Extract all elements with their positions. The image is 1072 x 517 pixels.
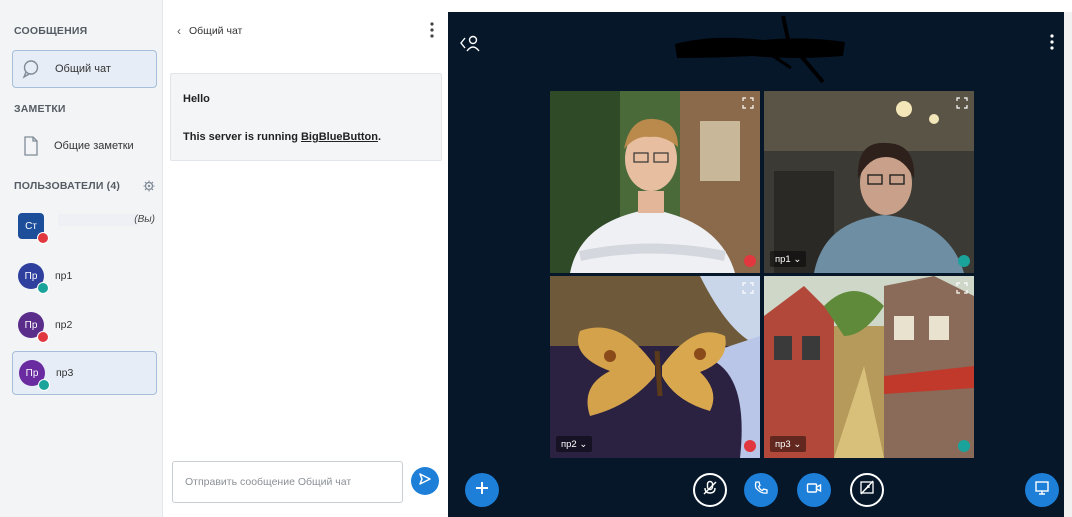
listen-badge-icon	[37, 282, 49, 294]
video-feed	[764, 276, 974, 458]
expand-icon[interactable]	[956, 281, 968, 294]
avatar: Пр	[19, 360, 50, 391]
muted-status-icon	[744, 440, 756, 452]
chat-input-placeholder: Отправить сообщение Общий чат	[185, 476, 352, 488]
user-list-item-pr2[interactable]: Пр пр2	[12, 303, 157, 347]
user-name: пр3	[56, 367, 74, 379]
unmute-button[interactable]	[693, 473, 727, 507]
muted-badge-icon	[37, 232, 49, 244]
video-tile-label[interactable]: пр3 ⌄	[770, 436, 807, 452]
mic-off-icon	[702, 480, 718, 501]
listen-status-icon	[958, 255, 970, 267]
avatar-initials: Пр	[24, 319, 38, 331]
messages-heading: СООБЩЕНИЯ	[14, 25, 88, 37]
users-toggle-icon[interactable]	[460, 34, 482, 52]
video-feed	[550, 276, 760, 458]
meeting-area: пр1 ⌄ пр2 ⌄ пр3 ⌄	[448, 12, 1064, 517]
kebab-icon[interactable]	[430, 22, 434, 38]
video-feed	[764, 91, 974, 273]
avatar-initials: Ст	[25, 220, 37, 232]
user-list-item-pr3[interactable]: Пр пр3	[12, 351, 157, 395]
avatar: Ст	[18, 213, 49, 244]
screenshare-off-icon	[859, 480, 875, 501]
screenshare-button[interactable]	[850, 473, 884, 507]
user-list-item-self[interactable]: Ст (Вы)	[12, 204, 157, 248]
video-tile-label[interactable]: пр1 ⌄	[770, 251, 807, 267]
user-name: пр1	[55, 270, 73, 282]
chat-message: This server is running BigBlueButton.	[183, 131, 381, 143]
chat-back-button[interactable]: ‹ Общий чат	[177, 24, 242, 38]
video-tile[interactable]	[550, 91, 760, 273]
send-button[interactable]	[411, 467, 439, 495]
phone-icon	[753, 480, 769, 501]
leave-audio-button[interactable]	[744, 473, 778, 507]
chat-message: Hello	[183, 93, 210, 105]
chat-message-input[interactable]: Отправить сообщение Общий чат	[172, 461, 403, 503]
chat-title: Общий чат	[189, 25, 243, 37]
camera-icon	[806, 480, 822, 501]
video-tile-label[interactable]: пр2 ⌄	[556, 436, 593, 452]
message-text: .	[377, 131, 382, 143]
bigbluebutton-link[interactable]: BigBlueButton	[301, 131, 378, 143]
sidebar: СООБЩЕНИЯ Общий чат ЗАМЕТКИ Общие заметк…	[0, 0, 163, 517]
sidebar-item-label: Общий чат	[55, 63, 111, 75]
tile-name: пр3	[775, 438, 791, 450]
expand-icon[interactable]	[742, 96, 754, 109]
redaction-scribble	[675, 16, 845, 84]
video-tile[interactable]: пр2 ⌄	[550, 276, 760, 458]
presentation-button[interactable]	[1025, 473, 1059, 507]
user-name: пр2	[55, 319, 73, 331]
notes-icon	[20, 135, 42, 157]
expand-icon[interactable]	[742, 281, 754, 294]
avatar-initials: Пр	[24, 270, 38, 282]
redacted-name	[58, 214, 138, 226]
chevron-left-icon: ‹	[177, 24, 181, 38]
presentation-icon	[1034, 480, 1050, 501]
avatar: Пр	[18, 263, 49, 294]
kebab-icon[interactable]	[1050, 34, 1054, 50]
notes-heading: ЗАМЕТКИ	[14, 103, 66, 115]
sidebar-item-public-chat[interactable]: Общий чат	[12, 50, 157, 88]
avatar-initials: Пр	[25, 367, 39, 379]
chat-message-list: Hello This server is running BigBlueButt…	[170, 73, 442, 161]
actions-plus-button[interactable]	[465, 473, 499, 507]
sidebar-item-shared-notes[interactable]: Общие заметки	[12, 127, 157, 165]
camera-button[interactable]	[797, 473, 831, 507]
sidebar-item-label: Общие заметки	[54, 140, 134, 152]
message-text: This server is running	[183, 131, 301, 143]
user-list-item-pr1[interactable]: Пр пр1	[12, 254, 157, 298]
video-tile[interactable]: пр3 ⌄	[764, 276, 974, 458]
video-tile[interactable]: пр1 ⌄	[764, 91, 974, 273]
listen-badge-icon	[38, 379, 50, 391]
tile-name: пр2	[561, 438, 577, 450]
video-feed	[550, 91, 760, 273]
plus-icon	[474, 480, 490, 501]
avatar: Пр	[18, 312, 49, 343]
muted-badge-icon	[37, 331, 49, 343]
muted-status-icon	[744, 255, 756, 267]
tile-name: пр1	[775, 253, 791, 265]
chat-panel: ‹ Общий чат Hello This server is running…	[163, 0, 448, 517]
users-heading: ПОЛЬЗОВАТЕЛИ (4)	[14, 180, 121, 192]
you-label: (Вы)	[134, 214, 155, 225]
expand-icon[interactable]	[956, 96, 968, 109]
video-grid: пр1 ⌄ пр2 ⌄ пр3 ⌄	[550, 91, 974, 458]
gear-icon[interactable]	[143, 179, 155, 192]
window-scrollbar[interactable]	[1064, 12, 1072, 517]
listen-status-icon	[958, 440, 970, 452]
send-icon	[418, 472, 432, 491]
chat-icon	[21, 58, 43, 80]
